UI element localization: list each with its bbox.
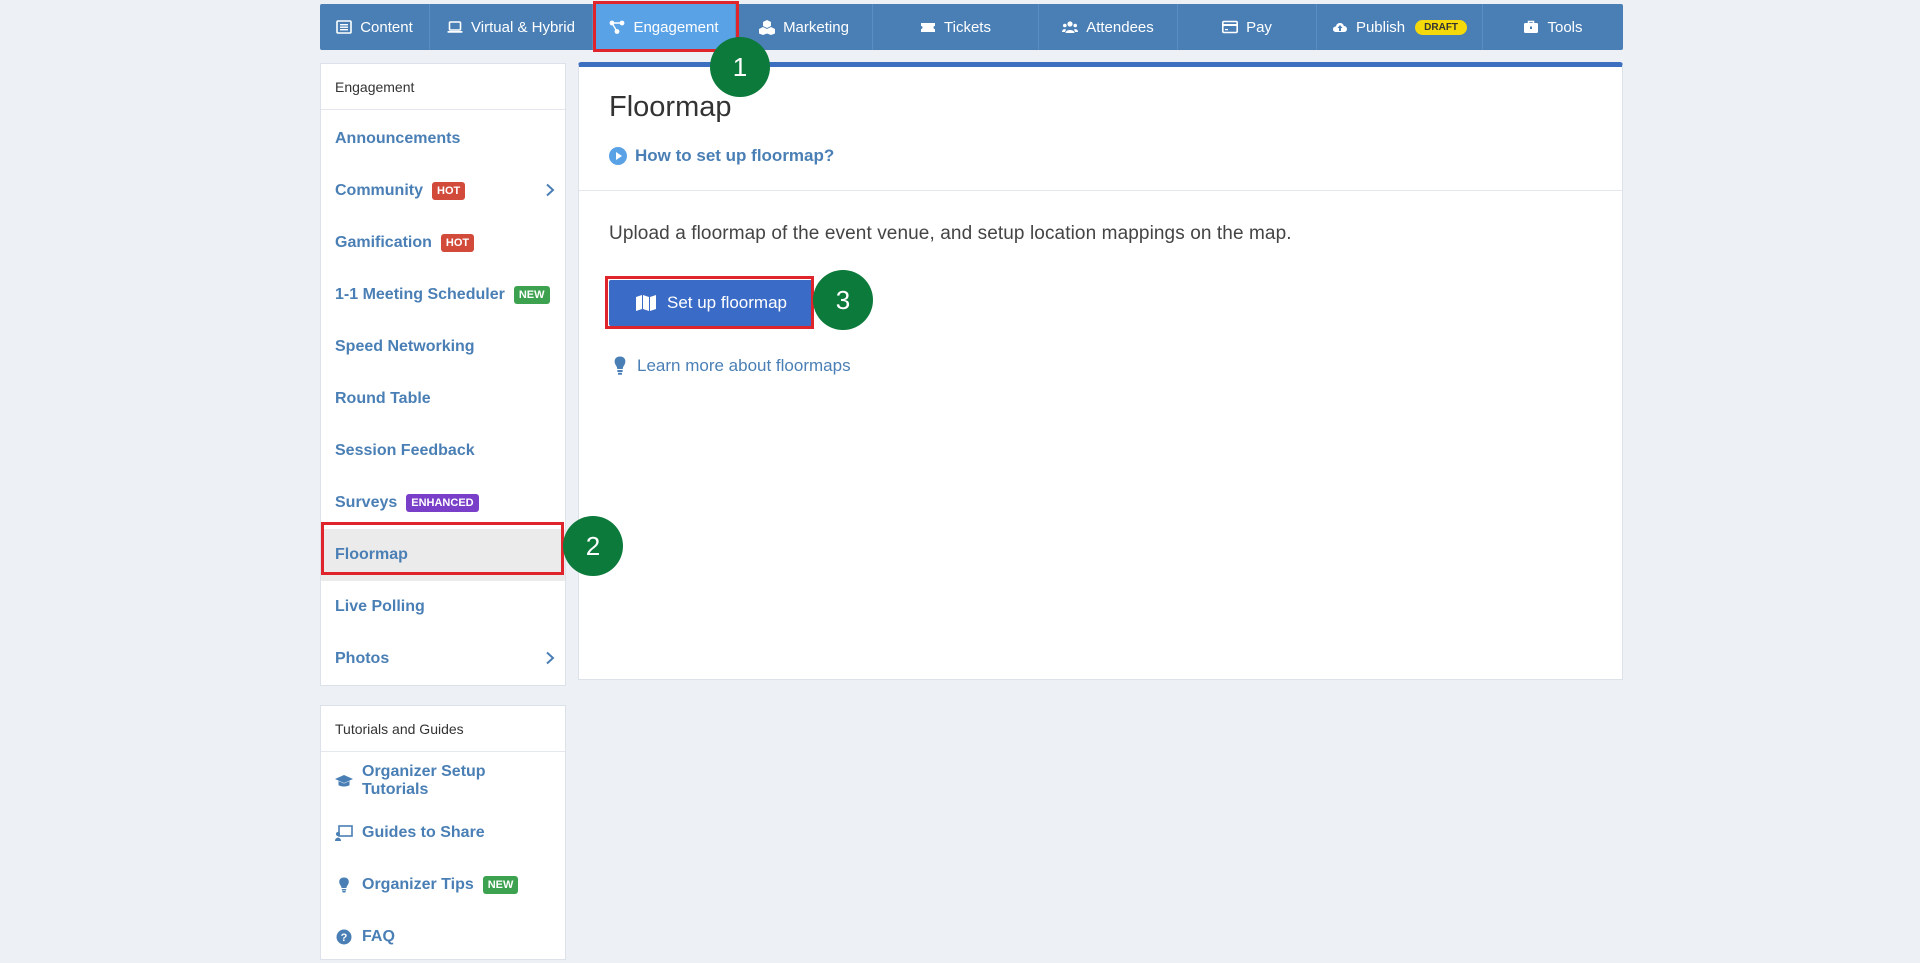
nav-tools[interactable]: Tools xyxy=(1483,4,1623,50)
users-icon xyxy=(1062,21,1079,33)
map-icon xyxy=(635,295,656,311)
nav-engagement[interactable]: Engagement xyxy=(593,4,736,50)
learn-more-link[interactable]: Learn more about floormaps xyxy=(609,356,1592,376)
top-nav: Content Virtual & Hybrid Engagement Mark… xyxy=(320,4,1623,50)
setup-floormap-button[interactable]: Set up floormap xyxy=(609,280,813,326)
graduation-cap-icon xyxy=(335,775,353,787)
sidebar-heading: Engagement xyxy=(321,64,565,110)
cloud-upload-icon xyxy=(1332,23,1347,32)
how-to-link[interactable]: How to set up floormap? xyxy=(609,146,1592,166)
enhanced-badge: ENHANCED xyxy=(406,494,479,512)
list-icon xyxy=(336,20,353,34)
new-badge: NEW xyxy=(513,286,550,304)
step-marker-3: 3 xyxy=(813,270,873,330)
nav-publish[interactable]: Publish DRAFT xyxy=(1317,4,1483,50)
sidebar-item-live-polling[interactable]: Live Polling xyxy=(321,581,565,633)
network-icon xyxy=(610,20,625,34)
floormap-description: Upload a floormap of the event venue, an… xyxy=(609,223,1292,244)
nav-virtual-hybrid[interactable]: Virtual & Hybrid xyxy=(430,4,593,50)
page-title: Floormap xyxy=(609,91,732,123)
sidebar-item-session-feedback[interactable]: Session Feedback xyxy=(321,425,565,477)
nav-content[interactable]: Content xyxy=(320,4,430,50)
sidebar-item-floormap[interactable]: Floormap xyxy=(321,529,565,581)
sidebar-item-announcements[interactable]: Announcements xyxy=(321,113,565,165)
toolbox-icon xyxy=(1524,20,1539,33)
step-marker-2: 2 xyxy=(563,516,623,576)
tutorial-item-setup-tutorials[interactable]: Organizer Setup Tutorials xyxy=(321,755,565,807)
floormap-panel: Floormap How to set up floormap? Upload … xyxy=(578,62,1623,680)
draft-badge: DRAFT xyxy=(1415,19,1468,35)
hot-badge: HOT xyxy=(440,234,475,252)
sidebar-item-round-table[interactable]: Round Table xyxy=(321,373,565,425)
ticket-icon xyxy=(921,23,936,32)
hot-badge: HOT xyxy=(432,182,466,200)
laptop-icon xyxy=(447,21,463,33)
sidebar-item-surveys[interactable]: Surveys ENHANCED xyxy=(321,477,565,529)
chevron-right-icon xyxy=(546,183,555,197)
nav-tickets[interactable]: Tickets xyxy=(873,4,1039,50)
presentation-icon xyxy=(335,825,353,841)
credit-card-icon xyxy=(1222,20,1239,34)
tutorial-item-guides-to-share[interactable]: Guides to Share xyxy=(321,807,565,859)
chevron-right-icon xyxy=(546,651,555,665)
nav-pay[interactable]: Pay xyxy=(1178,4,1317,50)
sidebar-item-community[interactable]: Community HOT xyxy=(321,165,565,217)
tutorials-sidebar: Tutorials and Guides Organizer Setup Tut… xyxy=(320,705,566,960)
tutorials-heading: Tutorials and Guides xyxy=(321,706,565,752)
nav-attendees[interactable]: Attendees xyxy=(1039,4,1178,50)
sidebar-item-meeting-scheduler[interactable]: 1-1 Meeting Scheduler NEW xyxy=(321,269,565,321)
step-marker-1: 1 xyxy=(710,37,770,97)
lightbulb-icon xyxy=(339,877,349,893)
new-badge: NEW xyxy=(482,876,519,894)
play-circle-icon xyxy=(609,147,627,165)
lightbulb-icon xyxy=(614,356,626,375)
engagement-sidebar: Engagement Announcements Community HOT G… xyxy=(320,63,566,686)
sidebar-item-photos[interactable]: Photos xyxy=(321,633,565,685)
tutorial-item-organizer-tips[interactable]: Organizer Tips NEW xyxy=(321,859,565,911)
sidebar-item-gamification[interactable]: Gamification HOT xyxy=(321,217,565,269)
tutorial-item-faq[interactable]: ? FAQ xyxy=(321,911,565,963)
question-circle-icon: ? xyxy=(336,929,352,945)
svg-text:?: ? xyxy=(341,932,348,944)
sidebar-item-speed-networking[interactable]: Speed Networking xyxy=(321,321,565,373)
cubes-icon xyxy=(759,20,776,35)
